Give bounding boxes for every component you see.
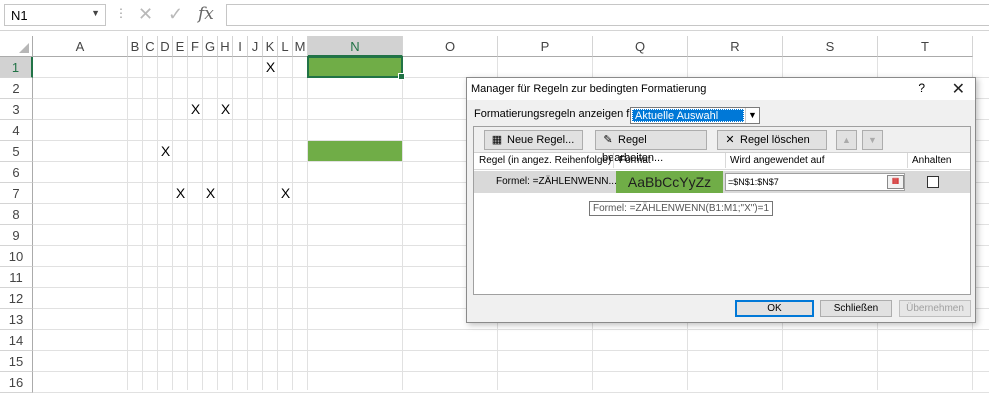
row-header-4[interactable]: 4 xyxy=(0,120,33,141)
insert-function-icon[interactable]: fx xyxy=(198,4,214,24)
rule-tooltip: Formel: =ZÄHLENWENN(B1:M1;"X")=1 xyxy=(589,201,774,216)
column-header-applies-to: Wird angewendet auf xyxy=(730,155,825,166)
column-header-f[interactable]: F xyxy=(188,36,203,57)
column-header-d[interactable]: D xyxy=(158,36,173,57)
column-header-p[interactable]: P xyxy=(498,36,593,57)
row-header-14[interactable]: 14 xyxy=(0,330,33,351)
show-rules-value: Aktuelle Auswahl xyxy=(632,109,744,122)
column-header-stop: Anhalten xyxy=(912,155,952,166)
cell-f3[interactable]: X xyxy=(188,99,203,120)
show-rules-label: Formatierungsregeln anzeigen für: xyxy=(474,108,643,120)
column-header-g[interactable]: G xyxy=(203,36,218,57)
active-cell-selection[interactable] xyxy=(307,56,405,80)
gridline xyxy=(33,329,989,330)
row-header-5[interactable]: 5 xyxy=(0,141,33,162)
column-header-c[interactable]: C xyxy=(143,36,158,57)
dialog-title: Manager für Regeln zur bedingten Formati… xyxy=(471,83,707,95)
column-header-a[interactable]: A xyxy=(33,36,128,57)
help-button[interactable]: ? xyxy=(918,81,925,95)
cell-g7[interactable]: X xyxy=(203,183,218,204)
row-header-7[interactable]: 7 xyxy=(0,183,33,204)
name-box[interactable]: N1 ▼ xyxy=(4,4,106,26)
delete-icon: ✕ xyxy=(725,134,735,146)
show-rules-select[interactable]: Aktuelle Auswahl ▼ xyxy=(630,107,760,124)
applies-to-field[interactable]: =$N$1:$N$7 ▦ xyxy=(725,173,905,191)
gridline xyxy=(33,350,989,351)
delete-rule-label: Regel löschen xyxy=(740,134,810,146)
edit-rule-button[interactable]: ✎ Regel bearbeiten... xyxy=(595,130,707,164)
cell-d5[interactable]: X xyxy=(158,141,173,162)
close-button[interactable]: Schließen xyxy=(820,300,892,317)
row-header-12[interactable]: 12 xyxy=(0,288,33,309)
highlighted-cell-n5[interactable] xyxy=(308,141,402,161)
row-header-8[interactable]: 8 xyxy=(0,204,33,225)
formula-input[interactable] xyxy=(226,4,989,26)
move-down-button[interactable]: ▼ xyxy=(862,130,883,150)
cell-e7[interactable]: X xyxy=(173,183,188,204)
dialog-title-bar[interactable]: Manager für Regeln zur bedingten Formati… xyxy=(467,78,975,100)
column-header-i[interactable]: I xyxy=(233,36,248,57)
column-header-o[interactable]: O xyxy=(403,36,498,57)
ok-button[interactable]: OK xyxy=(735,300,814,317)
column-header-format: Format xyxy=(619,155,651,166)
chevron-down-icon[interactable]: ▼ xyxy=(745,108,759,123)
range-picker-icon[interactable]: ▦ xyxy=(887,175,904,189)
column-header-s[interactable]: S xyxy=(783,36,878,57)
format-preview: AaBbCcYyZz xyxy=(616,171,723,193)
column-header-l[interactable]: L xyxy=(278,36,293,57)
column-header-h[interactable]: H xyxy=(218,36,233,57)
new-rule-button[interactable]: ▦ Neue Regel... xyxy=(484,130,583,150)
row-header-1[interactable]: 1 xyxy=(0,57,33,78)
name-box-value: N1 xyxy=(11,8,28,23)
column-header-r[interactable]: R xyxy=(688,36,783,57)
move-up-button[interactable]: ▲ xyxy=(836,130,857,150)
rule-formula: Formel: =ZÄHLENWENN... xyxy=(496,176,617,187)
stop-if-true-checkbox[interactable] xyxy=(927,176,939,188)
column-header-k[interactable]: K xyxy=(263,36,278,57)
edit-rule-icon: ✎ xyxy=(603,134,613,146)
column-separator xyxy=(613,153,614,168)
new-rule-icon: ▦ xyxy=(491,134,503,146)
rules-toolbar: ▦ Neue Regel... ✎ Regel bearbeiten... ✕ Reg… xyxy=(474,127,970,164)
rule-row[interactable]: Formel: =ZÄHLENWENN... AaBbCcYyZz =$N$1:… xyxy=(474,171,970,193)
column-header-q[interactable]: Q xyxy=(593,36,688,57)
rules-panel: ▦ Neue Regel... ✎ Regel bearbeiten... ✕ Reg… xyxy=(473,126,971,295)
row-header-6[interactable]: 6 xyxy=(0,162,33,183)
formula-bar: N1 ▼ ⋮ ✕ ✓ fx xyxy=(0,0,989,31)
rules-table-header: Regel (in angez. Reihenfolge) Format Wir… xyxy=(474,153,970,170)
row-header-9[interactable]: 9 xyxy=(0,225,33,246)
column-header-n[interactable]: N xyxy=(308,36,403,57)
delete-rule-button[interactable]: ✕ Regel löschen xyxy=(717,130,827,150)
drag-handle-icon[interactable]: ⋮ xyxy=(115,6,127,20)
column-header-rule: Regel (in angez. Reihenfolge) xyxy=(479,155,612,166)
column-separator xyxy=(907,153,908,168)
chevron-down-icon[interactable]: ▼ xyxy=(91,8,100,18)
cell-h3[interactable]: X xyxy=(218,99,233,120)
applies-to-value: =$N$1:$N$7 xyxy=(728,177,779,187)
row-header-3[interactable]: 3 xyxy=(0,99,33,120)
cancel-icon[interactable]: ✕ xyxy=(138,4,153,24)
row-header-15[interactable]: 15 xyxy=(0,351,33,372)
close-icon[interactable]: ✕ xyxy=(952,79,965,99)
column-header-m[interactable]: M xyxy=(293,36,308,57)
enter-icon[interactable]: ✓ xyxy=(168,4,183,24)
row-header-13[interactable]: 13 xyxy=(0,309,33,330)
row-header-11[interactable]: 11 xyxy=(0,267,33,288)
column-header-j[interactable]: J xyxy=(248,36,263,57)
new-rule-label: Neue Regel... xyxy=(507,134,575,146)
row-header-10[interactable]: 10 xyxy=(0,246,33,267)
column-header-t[interactable]: T xyxy=(878,36,973,57)
column-separator xyxy=(725,153,726,168)
select-all-corner[interactable] xyxy=(0,36,33,57)
column-header-b[interactable]: B xyxy=(128,36,143,57)
cell-l7[interactable]: X xyxy=(278,183,293,204)
column-header-e[interactable]: E xyxy=(173,36,188,57)
row-header-2[interactable]: 2 xyxy=(0,78,33,99)
cell-k1[interactable]: X xyxy=(263,57,278,78)
gridline xyxy=(33,371,989,372)
apply-button[interactable]: Übernehmen xyxy=(899,300,971,317)
conditional-formatting-rules-dialog: Manager für Regeln zur bedingten Formati… xyxy=(466,77,976,323)
